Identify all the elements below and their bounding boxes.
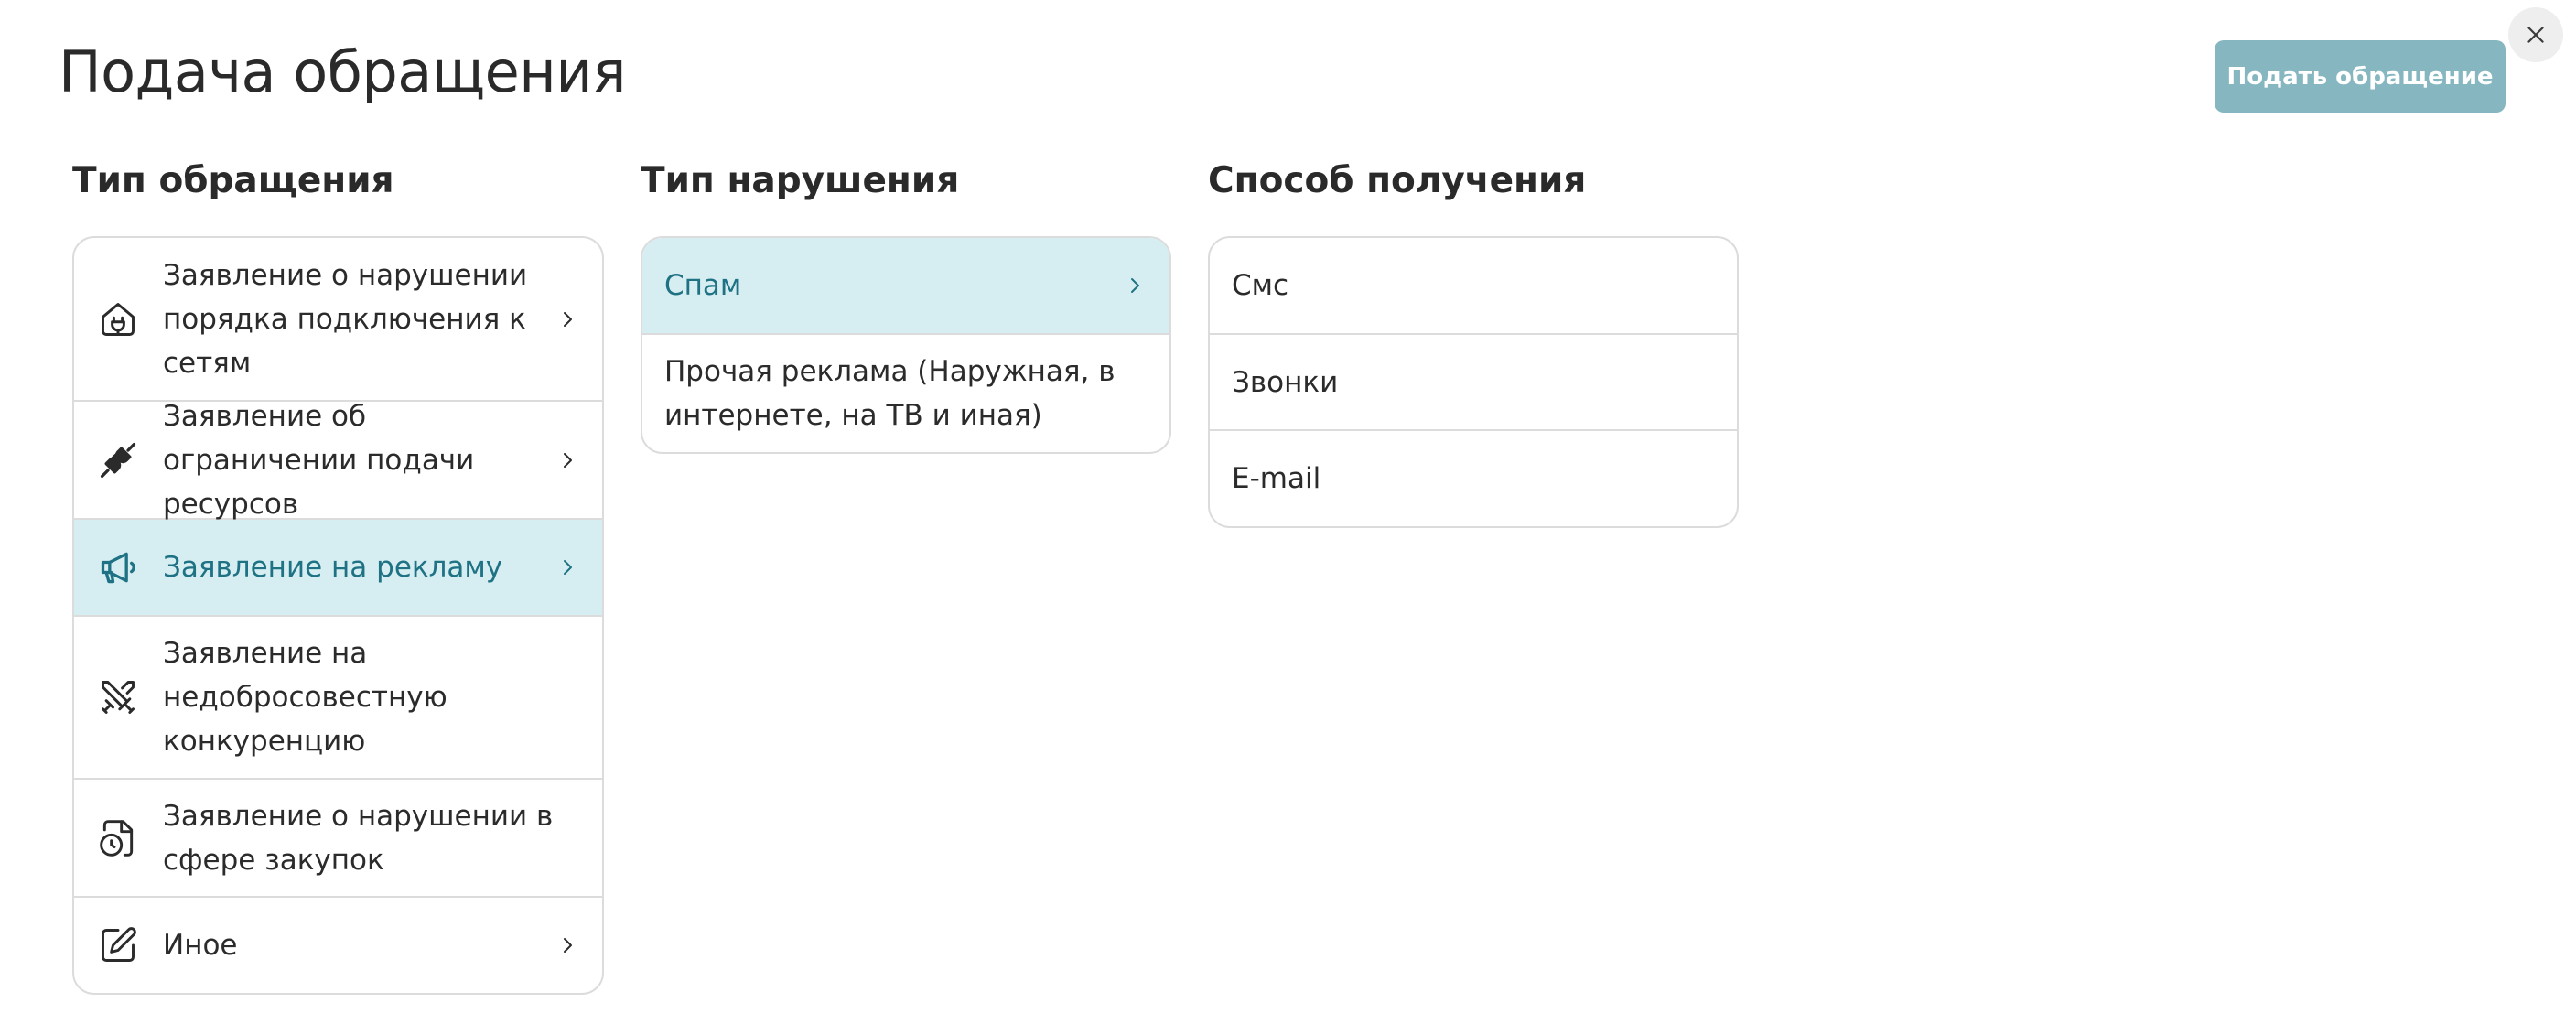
unplugged-icon	[96, 438, 140, 482]
request-type-label: Заявление на рекламу	[163, 551, 503, 584]
request-type-label: Иное	[163, 929, 238, 962]
violation-type-item-other-ads[interactable]: Прочая реклама (Наружная, в интернете, н…	[642, 335, 1169, 452]
receipt-method-item-calls[interactable]: Звонки	[1210, 335, 1737, 431]
request-type-column: Тип обращения Заявление о нарушении поря…	[72, 156, 604, 995]
request-type-item-other[interactable]: Иное	[74, 898, 602, 993]
violation-type-item-spam[interactable]: Спам	[642, 238, 1169, 335]
request-type-label: Заявление на недобросовестную конкуренци…	[163, 637, 447, 758]
request-type-item-procurement[interactable]: Заявление о нарушении в сфере закупок	[74, 780, 602, 898]
request-type-item-connection[interactable]: Заявление о нарушении порядка подключени…	[74, 238, 602, 402]
edit-icon	[96, 923, 140, 967]
close-button[interactable]	[2508, 7, 2563, 62]
violation-type-column: Тип нарушения Спам Прочая реклама (Наруж…	[641, 156, 1171, 454]
plug-house-icon	[96, 297, 140, 341]
receipt-method-title: Способ получения	[1208, 160, 1587, 201]
page-title: Подача обращения	[59, 38, 626, 105]
receipt-method-label: E-mail	[1232, 462, 1321, 495]
request-type-label: Заявление об ограничении подачи ресурсов	[163, 399, 475, 521]
request-type-item-competition[interactable]: Заявление на недобросовестную конкуренци…	[74, 617, 602, 780]
chevron-right-icon	[555, 933, 580, 958]
receipt-method-list: Смс Звонки E-mail	[1208, 236, 1739, 528]
violation-type-title: Тип нарушения	[641, 160, 960, 201]
request-type-list: Заявление о нарушении порядка подключени…	[72, 236, 604, 995]
chevron-right-icon	[555, 307, 580, 332]
receipt-method-item-sms[interactable]: Смс	[1210, 238, 1737, 335]
request-type-item-resource-limit[interactable]: Заявление об ограничении подачи ресурсов	[74, 400, 602, 521]
request-type-label: Заявление о нарушении порядка подключени…	[163, 258, 528, 380]
request-type-label: Заявление о нарушении в сфере закупок	[163, 799, 554, 877]
receipt-method-item-email[interactable]: E-mail	[1210, 431, 1737, 526]
receipt-method-column: Способ получения Смс Звонки E-mail	[1208, 156, 1739, 528]
chevron-right-icon	[555, 555, 580, 580]
violation-type-list: Спам Прочая реклама (Наружная, в интерне…	[641, 236, 1171, 454]
request-type-item-advertising[interactable]: Заявление на рекламу	[74, 520, 602, 617]
close-icon	[2524, 23, 2548, 47]
receipt-method-label: Звонки	[1232, 365, 1339, 399]
submit-appeal-button[interactable]: Подать обращение	[2215, 40, 2506, 113]
violation-type-label: Прочая реклама (Наружная, в интернете, н…	[664, 355, 1116, 432]
appeal-form-page: Подача обращения Подать обращение Тип об…	[0, 0, 2576, 1035]
crossed-swords-icon	[96, 675, 140, 719]
violation-type-label: Спам	[664, 269, 742, 302]
file-clock-icon	[96, 816, 140, 860]
chevron-right-icon	[555, 447, 580, 473]
request-type-title: Тип обращения	[72, 160, 394, 201]
chevron-right-icon	[1122, 273, 1148, 298]
megaphone-icon	[96, 545, 140, 589]
receipt-method-label: Смс	[1232, 269, 1289, 302]
